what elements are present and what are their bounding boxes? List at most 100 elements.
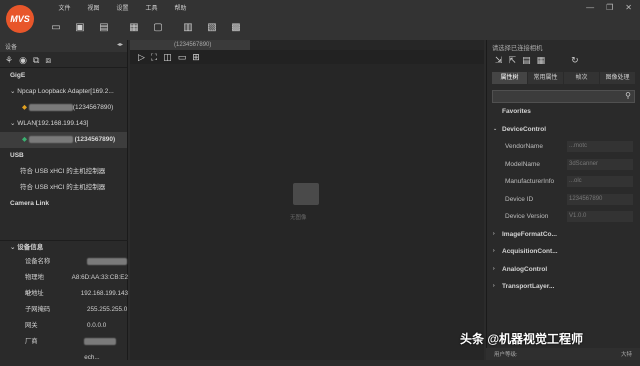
save-as-icon[interactable]: ▤ bbox=[92, 20, 116, 34]
refresh-icon[interactable]: ↻ bbox=[571, 55, 579, 67]
tab-common-props[interactable]: 常用属性 bbox=[528, 72, 563, 84]
grid-icon[interactable]: ⊞ bbox=[192, 52, 200, 62]
layout-icon[interactable]: ▦ bbox=[122, 20, 146, 34]
property-toolbar: ⇲ ⇱ ▤ ▦ ↻ bbox=[487, 53, 640, 69]
prop-analog-control[interactable]: AnalogControl bbox=[487, 261, 640, 279]
histogram-icon[interactable]: ▥ bbox=[176, 20, 200, 34]
menu-settings[interactable]: 设置 bbox=[108, 3, 137, 12]
fullscreen-icon[interactable]: ▢ bbox=[146, 20, 170, 34]
device-info-title: 设备信息 bbox=[17, 244, 44, 251]
info-row: 厂商 ech... bbox=[0, 334, 128, 361]
export-icon[interactable]: ⇱ bbox=[509, 55, 517, 67]
prop-device-control[interactable]: DeviceControl bbox=[487, 121, 640, 139]
redacted-name bbox=[28, 103, 73, 111]
property-search-input[interactable]: ⚲ bbox=[492, 90, 635, 103]
property-panel-title: 请选择已连接相机 bbox=[492, 45, 543, 52]
info-key: 厂商 bbox=[25, 338, 38, 345]
snapshot-icon[interactable]: ◫ bbox=[163, 52, 172, 62]
prop-label: ModelName bbox=[505, 160, 541, 168]
tree-device-1-label: (1234567890) bbox=[72, 104, 114, 111]
user-level-label: 用户等级: bbox=[494, 352, 518, 358]
tree-usb-controller-2[interactable]: 符合 USB xHCI 的主机控制器 bbox=[0, 180, 127, 196]
minimize-button[interactable]: — bbox=[586, 3, 594, 12]
copy-icon[interactable]: ⧉ bbox=[33, 55, 39, 65]
info-row: 网关 0.0.0.0 bbox=[0, 318, 128, 334]
image-view: (1234567890) ▷ ⛶ ◫ ▭ ⊞ 无图像 bbox=[130, 40, 484, 360]
info-key: IP地址 bbox=[25, 290, 44, 297]
tree-npcap-adapter[interactable]: ⌄ Npcap Loopback Adapter[169.2... bbox=[0, 84, 127, 100]
property-tabs: 属性树 常用属性 帧次 图像处理 bbox=[487, 72, 640, 84]
calendar-icon[interactable]: ▦ bbox=[537, 55, 546, 67]
panel-pin-icon[interactable]: ◂▸ bbox=[117, 41, 123, 48]
tab-frames[interactable]: 帧次 bbox=[564, 72, 599, 84]
tree-device-2[interactable]: ◆ (1234567890) bbox=[0, 132, 127, 148]
info-key: 子网掩码 bbox=[25, 306, 51, 313]
tree-usb[interactable]: USB bbox=[0, 148, 127, 164]
user-level-value[interactable]: 大特 bbox=[621, 350, 632, 358]
prop-value: ...olc bbox=[567, 176, 633, 187]
device-info-header: ⌄ 设备信息 bbox=[0, 240, 128, 254]
window-controls: — ❐ ✕ bbox=[586, 3, 632, 12]
device-info-section: ⌄ 设备信息 设备名称 物理地址 A8:6D:AA:33:CB:E2 IP地址 19… bbox=[0, 240, 128, 361]
device-panel-title: 设备 bbox=[5, 45, 18, 51]
info-value: 0.0.0.0 bbox=[87, 322, 107, 329]
menu-file[interactable]: 文件 bbox=[50, 3, 79, 12]
info-key: 物理地址 bbox=[25, 274, 44, 297]
record-icon[interactable]: ▭ bbox=[178, 52, 187, 62]
tree-camera-link[interactable]: Camera Link bbox=[0, 196, 127, 212]
prop-vendor-name[interactable]: VendorName ...motc bbox=[487, 138, 640, 156]
device-tree: GigE ⌄ Npcap Loopback Adapter[169.2... ◆… bbox=[0, 68, 127, 212]
link-icon[interactable]: ⚘ bbox=[5, 55, 13, 65]
prop-device-id[interactable]: Device ID 1234567890 bbox=[487, 191, 640, 209]
camera-connected-icon: ◆ bbox=[22, 136, 27, 143]
view-tab[interactable]: (1234567890) bbox=[130, 40, 250, 50]
menu-help[interactable]: 帮助 bbox=[166, 3, 195, 12]
prop-label: VendorName bbox=[505, 143, 543, 150]
info-value: 192.168.199.143 bbox=[80, 290, 128, 297]
prop-favorites[interactable]: Favorites bbox=[487, 103, 640, 121]
menu-bar: 文件 视图 设置 工具 帮助 bbox=[50, 3, 195, 12]
save-icon[interactable]: ▣ bbox=[68, 20, 92, 34]
tree-device-1[interactable]: ◆ (1234567890) bbox=[0, 100, 127, 116]
camera-icon: ◆ bbox=[22, 104, 27, 111]
redacted-value bbox=[87, 257, 127, 265]
prop-acquisition-control[interactable]: AcquisitionCont... bbox=[487, 243, 640, 261]
prop-label: ManufacturerInfo bbox=[505, 178, 555, 185]
redacted-name bbox=[28, 135, 73, 143]
grid-view-icon[interactable]: ▩ bbox=[224, 20, 248, 34]
app-logo: MVS bbox=[6, 5, 34, 33]
prop-value: 3dScanner bbox=[567, 158, 633, 170]
property-panel: 请选择已连接相机 ⇲ ⇱ ▤ ▦ ↻ 属性树 常用属性 帧次 图像处理 ⚲ Fa… bbox=[486, 40, 640, 360]
save-config-icon[interactable]: ▤ bbox=[522, 55, 531, 67]
image-edit-icon[interactable]: ▧ bbox=[200, 20, 224, 34]
play-icon[interactable]: ▷ bbox=[138, 52, 145, 62]
prop-image-format-control[interactable]: ImageFormatCo... bbox=[487, 226, 640, 244]
import-icon[interactable]: ⇲ bbox=[495, 55, 503, 67]
prop-label: Device Version bbox=[505, 213, 549, 220]
open-folder-icon[interactable]: ▭ bbox=[44, 20, 68, 34]
tree-usb-controller-1[interactable]: 符合 USB xHCI 的主机控制器 bbox=[0, 164, 127, 180]
play-icon[interactable]: ◉ bbox=[19, 55, 27, 65]
prop-device-version[interactable]: Device Version V1.0.0 bbox=[487, 208, 640, 226]
maximize-button[interactable]: ❐ bbox=[606, 3, 613, 12]
info-row: IP地址 192.168.199.143 bbox=[0, 286, 128, 302]
menu-tools[interactable]: 工具 bbox=[137, 3, 166, 12]
title-bar: MVS 文件 视图 设置 工具 帮助 — ❐ ✕ ▭ ▣ ▤ ▦ ▢ ▥ ▧ ▩ bbox=[0, 0, 640, 40]
tab-image-processing[interactable]: 图像处理 bbox=[600, 72, 635, 84]
tree-gige[interactable]: GigE bbox=[0, 68, 127, 84]
tree-wlan[interactable]: ⌄ WLAN[192.168.199.143] bbox=[0, 116, 127, 132]
info-row: 子网掩码 255.255.255.0 bbox=[0, 302, 128, 318]
tree-device-2-label: (1234567890) bbox=[74, 136, 116, 143]
menu-view[interactable]: 视图 bbox=[79, 3, 108, 12]
prop-model-name[interactable]: ModelName 3dScanner bbox=[487, 156, 640, 174]
fit-icon[interactable]: ⛶ bbox=[151, 52, 157, 62]
prop-manufacturer-info[interactable]: ManufacturerInfo ...olc bbox=[487, 173, 640, 191]
no-image-text: 无图像 bbox=[290, 215, 307, 221]
prop-transport-layer[interactable]: TransportLayer... bbox=[487, 278, 640, 296]
device-toolbar: ⚘ ◉ ⧉ ⧈ bbox=[0, 52, 127, 68]
paste-icon[interactable]: ⧈ bbox=[45, 55, 51, 65]
info-row: 设备名称 bbox=[0, 254, 128, 270]
info-value: A8:6D:AA:33:CB:E2 bbox=[71, 274, 128, 281]
tab-property-tree[interactable]: 属性树 bbox=[492, 72, 527, 84]
close-button[interactable]: ✕ bbox=[625, 3, 632, 12]
